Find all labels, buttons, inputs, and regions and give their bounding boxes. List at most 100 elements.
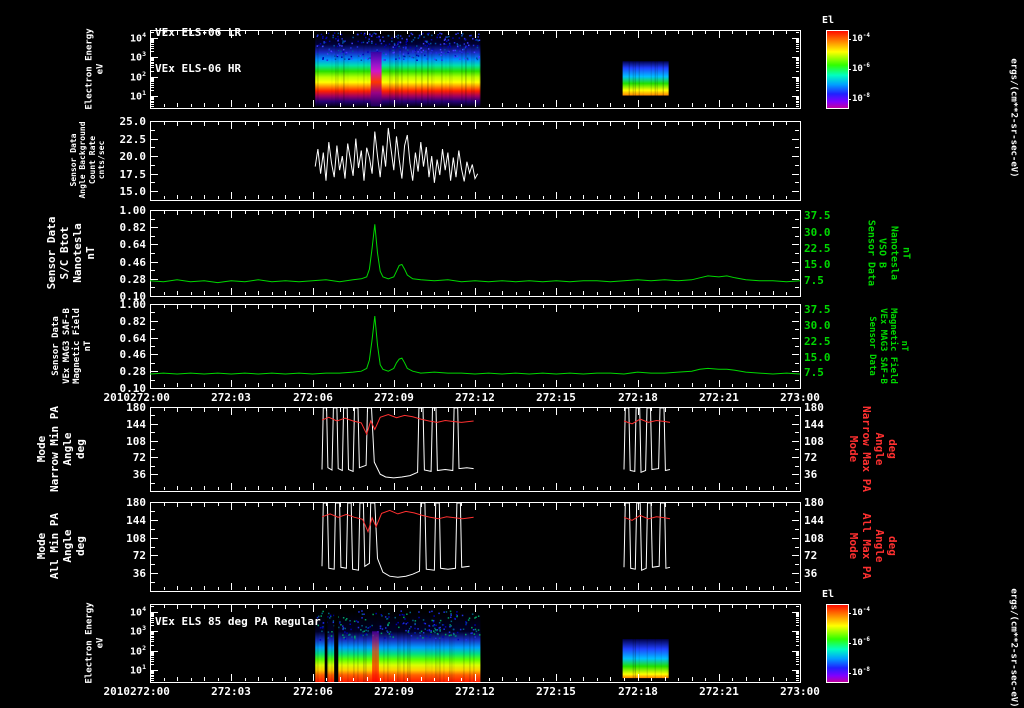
label-line: nT xyxy=(82,340,93,352)
y-tick-label: 0.64 xyxy=(119,332,147,345)
y-tick-label-right: 144 xyxy=(804,418,824,431)
label-line: VSO B xyxy=(877,237,888,269)
label-line: Sensor Data xyxy=(69,133,79,187)
x-tick-label: 272:12 xyxy=(455,391,495,404)
label-line: Angle Background xyxy=(78,121,88,199)
label-line: Mode xyxy=(847,532,861,560)
plot-screen: 104 103 102 101 25.0 22.5 20.0 17.5 15.0 1.00 0.82… xyxy=(0,0,1024,708)
label-line: deg xyxy=(73,536,87,556)
label-line: Narrow Min PA xyxy=(48,405,62,493)
x-tick-label: 273:00 xyxy=(780,391,820,404)
colorbar-tick-label: 10-6 xyxy=(852,63,870,74)
p3-right-axis-label: nT Nanotesla VSO B Sensor Data xyxy=(864,220,911,286)
p7-yaxis-label: Electron Energy eV xyxy=(84,602,105,683)
label-line: Electron Energy xyxy=(84,28,95,110)
spectrogram-top-title: VEx ELS-06 LR VEx ELS-06 HR xyxy=(155,3,241,99)
label-line: eV xyxy=(95,637,105,649)
y-tick-label: 72 xyxy=(132,549,146,562)
y-tick-label: 0.28 xyxy=(119,365,147,378)
y-tick-label-right: 180 xyxy=(804,496,824,509)
y-tick-label: 1.00 xyxy=(119,298,147,311)
x-tick-label: 272:09 xyxy=(374,685,414,698)
label-line: deg xyxy=(885,439,899,459)
y-tick-label-right: 30.0 xyxy=(804,226,831,239)
x-tick-label: 273:00 xyxy=(780,685,820,698)
p6-right-axis-label: deg Angle All Max PA Mode xyxy=(846,512,899,580)
p3-yaxis-label: Sensor Data S/C Btot Nanotesla nT xyxy=(45,217,98,290)
label-line: VEx MAG3 SAF-B xyxy=(61,308,72,384)
y-tick-label-right: 30.0 xyxy=(804,319,831,332)
x-tick-label: 272:15 xyxy=(536,685,576,698)
x-tick-label: 272:18 xyxy=(618,685,658,698)
label-line: eV xyxy=(95,63,105,75)
y-tick-label: 72 xyxy=(132,451,146,464)
title-line: VEx ELS-06 LR xyxy=(155,26,242,39)
label-line: Magnetic Field xyxy=(72,308,82,384)
colorbar-title-bottom: El xyxy=(822,589,835,600)
colorbar-tick-label: 10-4 xyxy=(852,33,870,44)
x-tick-label: 272:12 xyxy=(455,685,495,698)
label-line: deg xyxy=(73,439,87,459)
y-tick-label: 180 xyxy=(126,496,146,509)
y-tick-label-right: 15.0 xyxy=(804,258,831,271)
y-tick-label-right: 7.5 xyxy=(804,274,824,287)
p5-right-axis-label: deg Angle Narrow Max PA Mode xyxy=(846,405,899,493)
label-line: Angle xyxy=(61,432,74,466)
label-line: Angle xyxy=(872,432,886,466)
y-tick-label: 0.28 xyxy=(119,273,147,286)
x-tick-label: 272:09 xyxy=(374,391,414,404)
spectrogram-bottom-title: VEx ELS 85 deg PA Regular xyxy=(155,592,321,652)
x-tick-label: 272:21 xyxy=(699,391,739,404)
y-tick-label: 0.46 xyxy=(119,348,147,361)
y-tick-label: 36 xyxy=(132,567,146,580)
y-tick-label: 0.64 xyxy=(119,238,147,251)
y-tick-label-right: 22.5 xyxy=(804,335,831,348)
y-tick-label-right: 37.5 xyxy=(804,209,831,222)
colorbar-tick-label: 10-8 xyxy=(852,667,870,678)
p4-right-axis-label: nT Magnetic Field VEx MAG3 SAF-B Sensor … xyxy=(867,308,909,384)
x-tick-label: 272:06 xyxy=(293,391,333,404)
p6-yaxis-label: Mode All Min PA Angle deg xyxy=(35,513,88,579)
p5-yaxis-label: Mode Narrow Min PA Angle deg xyxy=(35,405,88,493)
y-tick-label: 0.82 xyxy=(119,315,147,328)
label-line: Mode xyxy=(847,435,861,463)
label-line: S/C Btot xyxy=(58,226,72,280)
y-tick-label-right: 15.0 xyxy=(804,351,831,364)
label-line: Electron Energy xyxy=(84,602,95,684)
y-tick-label: 108 xyxy=(126,435,146,448)
y-tick-label: 36 xyxy=(132,468,146,481)
y-tick-label-right: 72 xyxy=(804,451,818,464)
y-tick-label-right: 144 xyxy=(804,514,824,527)
label-line: Sensor Data xyxy=(50,316,61,376)
x-tick-label: 272:06 xyxy=(293,685,333,698)
y-tick-label-right: 37.5 xyxy=(804,303,831,316)
label-line: Nanotesla xyxy=(888,225,900,281)
label-line: Narrow Max PA xyxy=(860,405,873,493)
y-tick-label: 0.46 xyxy=(119,256,147,269)
y-tick-label-right: 36 xyxy=(804,567,818,580)
flux-units-label-bottom: ergs/(cm**2-sr-sec-eV) xyxy=(1008,588,1019,708)
label-line: VEx MAG3 SAF-B xyxy=(878,308,888,384)
y-tick-label: 180 xyxy=(126,401,146,414)
p4-yaxis-label: Sensor Data VEx MAG3 SAF-B Magnetic Fiel… xyxy=(51,308,93,384)
colorbar-tick-label: 10-4 xyxy=(852,607,870,618)
x-tick-label: 272:18 xyxy=(618,391,658,404)
label-line: Angle xyxy=(61,529,74,563)
colorbar-tick-label: 10-6 xyxy=(852,637,870,648)
label-line: Magnetic Field xyxy=(888,308,899,384)
y-tick-label: 1.00 xyxy=(119,204,147,217)
label-line: All Max PA xyxy=(860,512,873,580)
label-line: Count Rate xyxy=(88,135,97,185)
y-tick-label-right: 108 xyxy=(804,532,824,545)
y-tick-label-right: 108 xyxy=(804,435,824,448)
y-tick-label-right: 22.5 xyxy=(804,242,831,255)
y-tick-label: 0.82 xyxy=(119,221,147,234)
label-line: cnts/sec xyxy=(97,140,107,180)
label-line: nT xyxy=(900,246,912,260)
label-line: Sensor Data xyxy=(865,219,877,287)
x-tick-label: 272:03 xyxy=(211,685,251,698)
y-tick-label-right: 72 xyxy=(804,549,818,562)
y-tick-label: 144 xyxy=(126,418,146,431)
x-tick-label: 272:15 xyxy=(536,391,576,404)
label-line: Nanotesla xyxy=(71,223,84,283)
